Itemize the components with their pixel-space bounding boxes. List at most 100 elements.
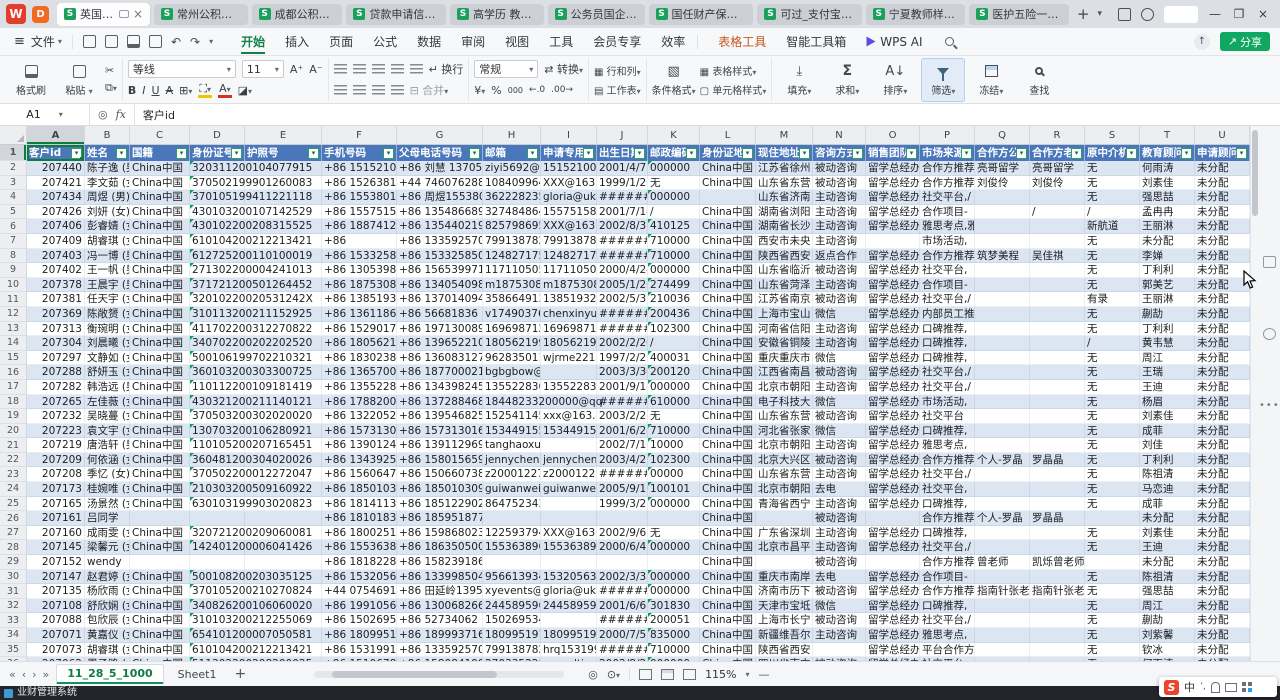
cell[interactable]: 未分配 <box>1195 540 1250 555</box>
cell[interactable]: 被动咨询 <box>813 453 866 468</box>
cell[interactable]: 371721200501264452 <box>190 278 245 293</box>
cell-style-button[interactable]: ▢ 单元格样式▾ <box>700 82 767 97</box>
cell[interactable]: +86 1343982452 <box>397 380 483 395</box>
cell[interactable]: 合作方推荐 <box>920 511 975 526</box>
cell[interactable]: 舒妍玉 (女 <box>85 365 130 380</box>
cell[interactable]: 2001/6/6 <box>597 599 648 614</box>
filter-dropdown-icon[interactable]: ▾ <box>799 148 810 159</box>
cell[interactable]: 上海市宝山 <box>756 307 813 322</box>
cell[interactable]: 未分配 <box>1140 555 1195 570</box>
cell[interactable]: 000000 <box>648 540 700 555</box>
vscroll-thumb[interactable] <box>1252 130 1258 216</box>
cell[interactable] <box>1030 263 1085 278</box>
cell[interactable]: 无 <box>1085 234 1140 249</box>
cell[interactable]: 无 <box>1085 278 1140 293</box>
convert-button[interactable]: ⇄ 转换▾ <box>544 61 583 77</box>
cell[interactable]: 207108 <box>27 599 85 614</box>
cell[interactable]: 370105200210270824 <box>190 584 245 599</box>
cell[interactable] <box>975 263 1030 278</box>
cell[interactable] <box>975 219 1030 234</box>
cell[interactable]: 207165 <box>27 497 85 512</box>
cell[interactable]: 被动咨询 <box>813 365 866 380</box>
cell[interactable]: 无 <box>1085 307 1140 322</box>
cell[interactable]: 微信 <box>813 599 866 614</box>
cell[interactable]: 包欣辰 (女 <box>85 613 130 628</box>
cell[interactable]: +86 18141137 <box>322 497 397 512</box>
menu-item-页面[interactable]: 页面 <box>319 28 363 55</box>
cell[interactable]: 135522836 <box>483 380 541 395</box>
cell[interactable]: +86 1395468251 <box>397 409 483 424</box>
header-cell[interactable]: 原中介机▾ <box>1085 145 1140 161</box>
column-header-P[interactable]: P <box>920 126 975 145</box>
cell[interactable]: 文静如 (女 <box>85 351 130 366</box>
cell[interactable]: 151521001 <box>541 161 597 176</box>
cell[interactable] <box>975 292 1030 307</box>
cell[interactable] <box>756 511 813 526</box>
align-middle-icon[interactable] <box>353 64 366 75</box>
cell[interactable]: / <box>1085 205 1140 220</box>
cell[interactable]: 340702200202202520 <box>190 336 245 351</box>
cell[interactable] <box>975 613 1030 628</box>
cell[interactable]: 2002/7/16 <box>597 438 648 453</box>
row-number[interactable]: 5 <box>0 205 27 220</box>
cell[interactable]: 未分配 <box>1195 643 1250 658</box>
cell[interactable]: 2001/6/28 <box>597 424 648 439</box>
cell[interactable]: +86 1877000215 <box>397 365 483 380</box>
cell[interactable] <box>1030 570 1085 585</box>
cell[interactable]: 青海省西宁 <box>756 497 813 512</box>
cell[interactable] <box>648 555 700 570</box>
cell[interactable]: 2005/1/26 <box>597 278 648 293</box>
cell[interactable] <box>541 613 597 628</box>
cell[interactable]: 无 <box>1085 365 1140 380</box>
cell[interactable]: 1999/1/26 <box>597 176 648 191</box>
row-number[interactable]: 2 <box>0 161 27 176</box>
cell[interactable] <box>130 511 190 526</box>
cell[interactable] <box>1030 497 1085 512</box>
cell[interactable]: 北京市朝阳 <box>756 380 813 395</box>
cell[interactable] <box>1030 380 1085 395</box>
cell[interactable]: 王迪 <box>1140 540 1195 555</box>
cell[interactable]: +86 1598680231 <box>397 526 483 541</box>
file-tab[interactable]: S宁夏教师样本.xlsx <box>866 4 966 25</box>
cell[interactable]: 430102200208315525 <box>190 219 245 234</box>
cell[interactable]: 吴佳祺 <box>1030 249 1085 264</box>
cell[interactable]: +86 1354402198 <box>397 219 483 234</box>
taskbar-app-icon[interactable] <box>4 689 13 698</box>
cell[interactable]: China中国 <box>700 628 756 643</box>
cell[interactable]: +86 1899937166 <box>397 628 483 643</box>
cell[interactable]: 799138782 <box>483 234 541 249</box>
cell[interactable]: 2002/5/31 <box>597 292 648 307</box>
cell[interactable]: 黄韦慧 <box>1140 336 1195 351</box>
cell[interactable]: 2003/2/2 <box>597 409 648 424</box>
cell[interactable]: jennychen7 <box>483 453 541 468</box>
cell[interactable]: 2002/8/31 <box>597 219 648 234</box>
cell[interactable]: China中国 <box>130 219 190 234</box>
filter-dropdown-icon[interactable]: ▾ <box>308 148 319 159</box>
cell[interactable]: 未分配 <box>1195 555 1250 570</box>
cell[interactable]: China中国 <box>700 249 756 264</box>
header-cell[interactable]: 合作方老▾ <box>1030 145 1085 161</box>
cell[interactable]: 799138782 <box>483 643 541 658</box>
cell[interactable] <box>541 511 597 526</box>
first-sheet-icon[interactable]: « <box>6 668 19 681</box>
cell[interactable] <box>1030 351 1085 366</box>
cell[interactable]: 筑梦美程 <box>975 249 1030 264</box>
cell[interactable]: China中国 <box>700 409 756 424</box>
increase-decimal-icon[interactable]: ←.0 <box>529 85 545 95</box>
cell[interactable]: 153449155 <box>541 424 597 439</box>
cell[interactable]: 市场活动, <box>920 395 975 410</box>
cell[interactable]: 口碑推荐, <box>920 336 975 351</box>
cell[interactable]: 360103200303300725 <box>190 365 245 380</box>
cell[interactable]: China中国 <box>700 438 756 453</box>
cell[interactable]: 169698712 <box>483 322 541 337</box>
cell[interactable]: China中国 <box>700 395 756 410</box>
cell[interactable]: 500106199702210321 <box>190 351 245 366</box>
cell[interactable]: 无 <box>1085 526 1140 541</box>
close-button[interactable]: × <box>1256 7 1270 21</box>
cell[interactable]: 丁利利 <box>1140 453 1195 468</box>
cell[interactable]: +86 15263810 <box>322 176 397 191</box>
filter-dropdown-icon[interactable]: ▾ <box>852 148 863 159</box>
cell[interactable]: 未分配 <box>1195 511 1250 526</box>
cell[interactable]: ######## <box>597 322 648 337</box>
cell[interactable]: +86 13053983 <box>322 263 397 278</box>
